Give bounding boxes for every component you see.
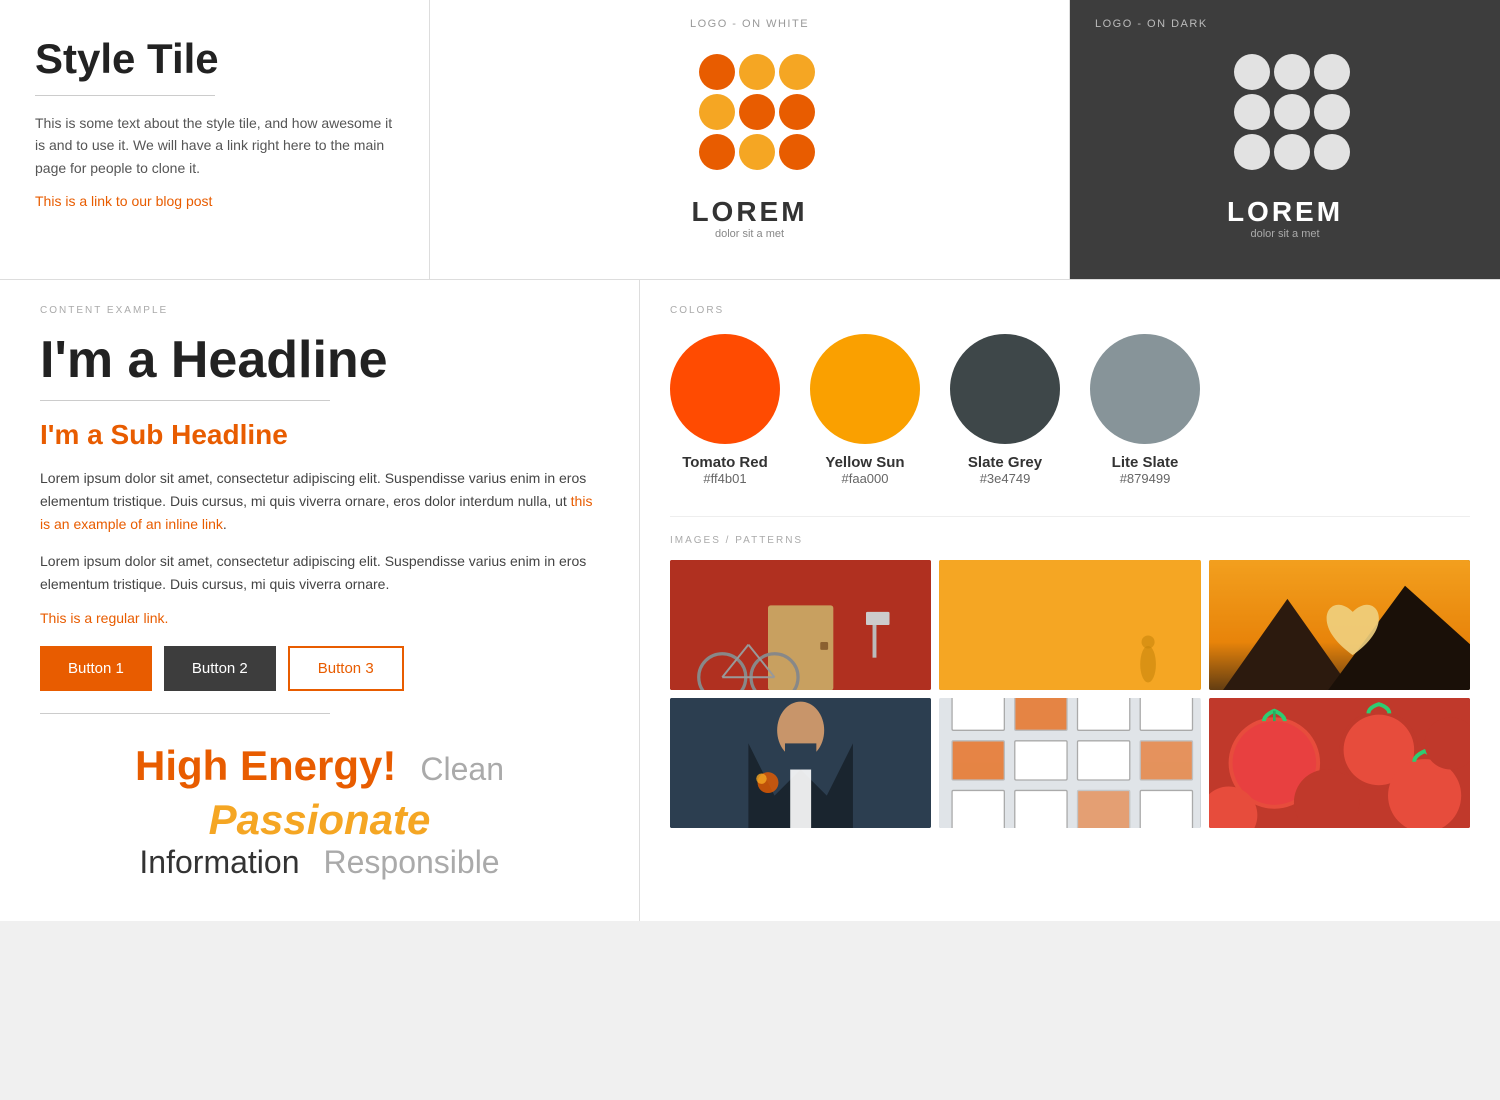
body-paragraph-2: Lorem ipsum dolor sit amet, consectetur … [40,550,599,596]
main-headline: I'm a Headline [40,330,599,390]
logo-white-section: LOGO - ON WHITE LOREM [430,0,1070,279]
images-label: IMAGES / PATTERNS [670,516,1470,546]
body-paragraph-1: Lorem ipsum dolor sit amet, consectetur … [40,467,599,536]
top-row: Style Tile This is some text about the s… [0,0,1500,280]
image-red-bike [670,560,931,690]
color-slate-grey: Slate Grey #3e4749 [950,334,1060,486]
content-section: CONTENT EXAMPLE I'm a Headline I'm a Sub… [0,280,640,921]
headline-divider [40,400,330,401]
logo-dark-name: LOREM [1227,196,1343,228]
color-hex-lite: #879499 [1120,471,1171,486]
buttons-row: Button 1 Button 2 Button 3 [40,646,599,691]
button-1[interactable]: Button 1 [40,646,152,691]
images-grid [670,560,1470,828]
color-name-slate: Slate Grey [968,454,1042,471]
color-circle-tomato [670,334,780,444]
color-name-tomato: Tomato Red [682,454,768,471]
page: Style Tile This is some text about the s… [0,0,1500,921]
word-passionate: Passionate [40,796,599,844]
color-hex-yellow: #faa000 [842,471,889,486]
word-information: Information [139,844,299,880]
logo-dark-label: LOGO - ON DARK [1095,18,1208,30]
words-row-3: Information Responsible [40,844,599,881]
bottom-row: CONTENT EXAMPLE I'm a Headline I'm a Sub… [0,280,1500,921]
page-title: Style Tile [35,35,394,83]
words-section: High Energy! Clean Passionate Informatio… [40,732,599,891]
words-row-2: Passionate [40,796,599,844]
logo-dark-svg [1220,50,1350,190]
words-row-1: High Energy! Clean [40,742,599,790]
blog-link[interactable]: This is a link to our blog post [35,193,212,209]
button-2[interactable]: Button 2 [164,646,276,691]
color-tomato-red: Tomato Red #ff4b01 [670,334,780,486]
sub-headline: I'm a Sub Headline [40,419,599,451]
logo-white-svg [685,50,815,190]
image-yellow [939,560,1200,690]
color-circle-yellow [810,334,920,444]
colors-images-section: COLORS Tomato Red #ff4b01 Yellow Sun #fa… [640,280,1500,921]
word-responsible: Responsible [323,844,499,880]
logo-dark-container: LOREM dolor sit a met [1095,50,1475,240]
color-yellow-sun: Yellow Sun #faa000 [810,334,920,486]
section-divider [40,713,330,714]
logo-white-subtext: dolor sit a met [715,228,784,240]
color-lite-slate: Lite Slate #879499 [1090,334,1200,486]
logo-dark-section: LOGO - ON DARK LOREM dolor sit a met [1070,0,1500,279]
color-circle-slate [950,334,1060,444]
image-hands [1209,560,1470,690]
button-3[interactable]: Button 3 [288,646,404,691]
colors-row: Tomato Red #ff4b01 Yellow Sun #faa000 Sl… [670,334,1470,486]
divider [35,95,215,96]
logo-white-name: LOREM [691,196,807,228]
color-circle-lite [1090,334,1200,444]
intro-section: Style Tile This is some text about the s… [0,0,430,279]
word-high-energy: High Energy! [135,742,396,789]
image-tomatoes [1209,698,1470,828]
logo-white-label: LOGO - ON WHITE [690,18,809,30]
logo-white-container: LOREM dolor sit a met [685,50,815,240]
colors-label: COLORS [670,305,1470,316]
regular-link[interactable]: This is a regular link. [40,610,599,626]
logo-dark-subtext: dolor sit a met [1250,228,1319,240]
word-clean: Clean [420,751,504,787]
color-name-lite: Lite Slate [1112,454,1179,471]
content-label: CONTENT EXAMPLE [40,305,599,316]
color-hex-tomato: #ff4b01 [703,471,746,486]
image-building [939,698,1200,828]
color-hex-slate: #3e4749 [980,471,1031,486]
image-suit [670,698,931,828]
color-name-yellow: Yellow Sun [825,454,904,471]
intro-description: This is some text about the style tile, … [35,112,394,179]
